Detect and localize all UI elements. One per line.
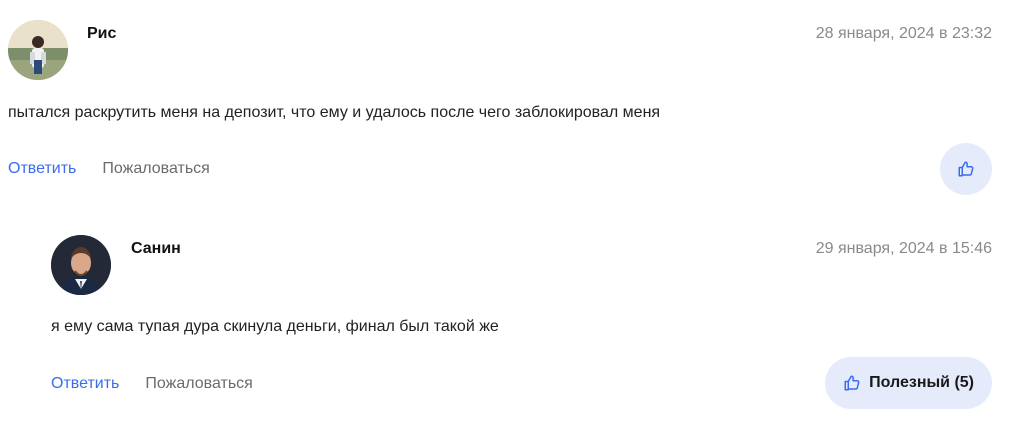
- comment-author: Санин: [131, 240, 181, 257]
- comment-actions: Ответить Пожаловаться: [51, 375, 253, 393]
- helpful-button[interactable]: Полезный (5): [825, 357, 992, 409]
- comment: Рис 28 января, 2024 в 23:32 пытался раск…: [0, 0, 1024, 210]
- avatar: [8, 20, 68, 80]
- report-link[interactable]: Пожаловаться: [145, 375, 252, 393]
- like-button[interactable]: [940, 143, 992, 195]
- reply-link[interactable]: Ответить: [8, 160, 76, 178]
- avatar: [51, 235, 111, 295]
- thumbs-up-icon: [957, 160, 975, 178]
- comment-author: Рис: [87, 25, 117, 42]
- report-link[interactable]: Пожаловаться: [102, 160, 209, 178]
- thumbs-up-icon: [843, 374, 861, 392]
- comment-text: я ему сама тупая дура скинула деньги, фи…: [51, 318, 499, 335]
- comment-date: 28 января, 2024 в 23:32: [815, 25, 992, 42]
- comment-text: пытался раскрутить меня на депозит, что …: [8, 104, 661, 121]
- comment-date: 29 января, 2024 в 15:46: [815, 240, 992, 257]
- helpful-label: Полезный (5): [869, 374, 974, 391]
- reply-comment: Санин 29 января, 2024 в 15:46 я ему сама…: [0, 214, 1024, 424]
- reply-link[interactable]: Ответить: [51, 375, 119, 393]
- comment-actions: Ответить Пожаловаться: [8, 160, 210, 178]
